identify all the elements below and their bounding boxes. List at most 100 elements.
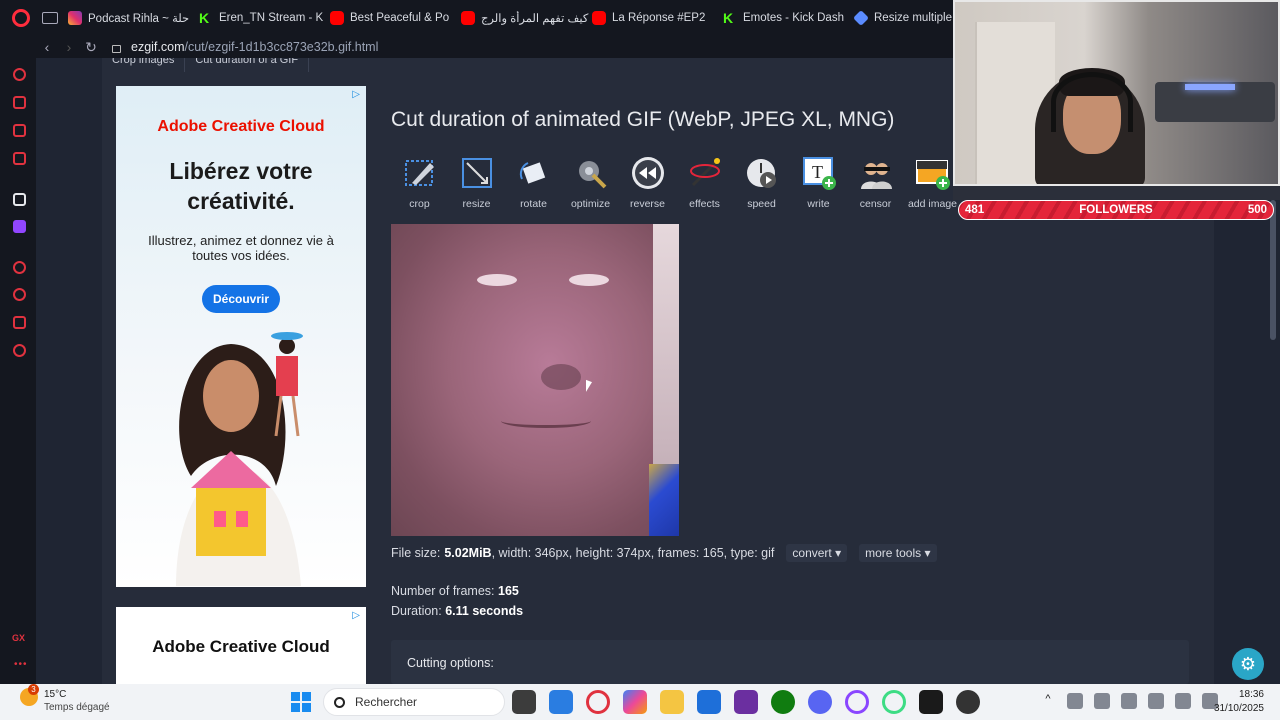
discord-icon[interactable] bbox=[808, 690, 832, 714]
settings-icon[interactable] bbox=[13, 344, 26, 357]
bookmark-item[interactable]: Podcast Rihla ~ حلة bbox=[66, 11, 197, 25]
player-icon[interactable] bbox=[13, 261, 26, 274]
tool-crop[interactable]: crop bbox=[391, 152, 448, 214]
url-domain: ezgif.com bbox=[131, 40, 185, 54]
store-icon[interactable] bbox=[13, 96, 26, 109]
reverse-icon bbox=[631, 157, 664, 189]
kick-icon: K bbox=[199, 11, 210, 25]
effects-icon bbox=[689, 157, 720, 187]
purple-app-icon[interactable] bbox=[734, 690, 758, 714]
tool-reverse[interactable]: reverse bbox=[619, 152, 676, 214]
tool-speed[interactable]: speed bbox=[733, 152, 790, 214]
ad-subtext: Illustrez, animez et donnez vie à toutes… bbox=[148, 233, 334, 263]
tab-cut[interactable]: Cut duration of a GIF bbox=[185, 58, 310, 72]
url-field[interactable]: ezgif.com/cut/ezgif-1d1b3cc873e32b.gif.h… bbox=[131, 40, 378, 54]
twitch-icon[interactable] bbox=[13, 220, 26, 233]
diamond-icon bbox=[853, 11, 869, 25]
rotate-icon bbox=[519, 162, 545, 184]
adobe-logo: Adobe Creative Cloud bbox=[152, 637, 330, 656]
headset-icon bbox=[1051, 72, 1133, 132]
xbox-icon[interactable] bbox=[771, 690, 795, 714]
tool-resize[interactable]: resize bbox=[448, 152, 505, 214]
ad-cta-button[interactable]: Découvrir bbox=[202, 285, 280, 313]
onedrive-icon[interactable] bbox=[1067, 693, 1083, 709]
censor-icon bbox=[860, 163, 892, 189]
tab-overview-icon[interactable] bbox=[42, 12, 58, 24]
opera-air-icon[interactable] bbox=[882, 690, 906, 714]
opera-icon[interactable] bbox=[586, 690, 610, 714]
resize-icon bbox=[461, 158, 492, 188]
extensions-icon[interactable] bbox=[13, 316, 26, 329]
bookmark-item[interactable]: K Emotes - Kick Dash bbox=[721, 11, 852, 25]
followers-label: FOLLOWERS bbox=[1079, 204, 1153, 216]
tool-effects[interactable]: effects bbox=[676, 152, 733, 214]
gif-eye bbox=[569, 274, 609, 286]
followers-current: 481 bbox=[965, 204, 985, 216]
file-explorer-icon[interactable] bbox=[660, 690, 684, 714]
tab-crop[interactable]: Crop images bbox=[102, 58, 186, 72]
weather-widget[interactable]: 3 15°C Temps dégagé bbox=[20, 684, 110, 714]
tool-write[interactable]: T write bbox=[790, 152, 847, 214]
speed-icon bbox=[746, 159, 776, 188]
sun-icon: 3 bbox=[20, 684, 39, 706]
photos-icon[interactable] bbox=[549, 690, 573, 714]
webcam-light bbox=[1185, 84, 1235, 90]
music-icon[interactable] bbox=[13, 124, 26, 137]
wifi-icon[interactable] bbox=[1148, 693, 1164, 709]
volume-icon[interactable] bbox=[1175, 693, 1191, 709]
gif-nose bbox=[541, 364, 581, 390]
nvidia-icon[interactable] bbox=[919, 690, 943, 714]
notification-badge: 3 bbox=[28, 684, 39, 695]
forward-icon[interactable]: › bbox=[58, 39, 80, 55]
gif-mouth bbox=[501, 414, 591, 428]
windows-start-icon[interactable] bbox=[291, 692, 311, 712]
tool-censor[interactable]: censor bbox=[847, 152, 904, 214]
scrollbar[interactable] bbox=[1270, 200, 1276, 340]
sync-icon[interactable] bbox=[1094, 693, 1110, 709]
search-icon bbox=[334, 696, 345, 708]
bookmark-item[interactable]: K Eren_TN Stream - K bbox=[197, 11, 328, 25]
gif-preview[interactable] bbox=[391, 224, 679, 536]
bookmark-item[interactable]: La Réponse #EP2 bbox=[590, 11, 721, 25]
opera-logo-icon[interactable] bbox=[12, 9, 30, 27]
advertisement[interactable]: ▷ Adobe Creative Cloud Libérez votre cré… bbox=[116, 86, 366, 587]
chevron-up-icon[interactable]: ^ bbox=[1040, 693, 1056, 709]
back-icon[interactable]: ‹ bbox=[36, 39, 58, 55]
webcam-overlay bbox=[953, 0, 1280, 186]
windows-taskbar: 3 15°C Temps dégagé Rechercher ^ 18:36 31… bbox=[0, 684, 1280, 720]
more-icon[interactable]: ••• bbox=[14, 659, 28, 670]
ad-choices-icon[interactable]: ▷ bbox=[352, 89, 360, 100]
opera-gx-icon[interactable] bbox=[845, 690, 869, 714]
frames-count: Number of frames: 165 bbox=[391, 584, 519, 598]
reload-icon[interactable]: ↻ bbox=[80, 39, 102, 56]
optimize-icon bbox=[578, 161, 606, 189]
advertisement[interactable]: ▷ Adobe Creative Cloud bbox=[116, 607, 366, 684]
settings-gear-icon[interactable]: ⚙ bbox=[1232, 648, 1264, 680]
copilot-icon[interactable] bbox=[623, 690, 647, 714]
history-icon[interactable] bbox=[13, 288, 26, 301]
bookmark-item[interactable]: Best Peaceful & Po bbox=[328, 11, 459, 25]
microphone-icon[interactable] bbox=[1121, 693, 1137, 709]
tool-optimize[interactable]: optimize bbox=[562, 152, 619, 214]
cutting-options-label: Cutting options: bbox=[407, 656, 494, 670]
tool-bar: crop resize rotate optimize reverse effe… bbox=[391, 152, 961, 214]
clock[interactable]: 18:36 31/10/2025 bbox=[1208, 688, 1264, 716]
bookmark-item[interactable]: كيف تفهم المرأة والرج bbox=[459, 11, 590, 25]
youtube-icon bbox=[461, 11, 475, 25]
refresh-icon[interactable] bbox=[13, 68, 26, 81]
url-path: /cut/ezgif-1d1b3cc873e32b.gif.html bbox=[184, 40, 379, 54]
more-tools-dropdown[interactable]: more tools ▾ bbox=[859, 544, 937, 562]
tool-rotate[interactable]: rotate bbox=[505, 152, 562, 214]
ad-illustration bbox=[176, 332, 303, 586]
crop-icon bbox=[404, 160, 434, 186]
youtube-icon bbox=[330, 11, 344, 25]
obs-icon[interactable] bbox=[956, 690, 980, 714]
m-icon[interactable] bbox=[13, 152, 26, 165]
gx-icon[interactable]: GX bbox=[12, 633, 25, 643]
ad-choices-icon[interactable]: ▷ bbox=[352, 610, 360, 621]
task-view-icon[interactable] bbox=[512, 690, 536, 714]
aria-icon[interactable] bbox=[13, 193, 26, 206]
store-icon[interactable] bbox=[697, 690, 721, 714]
taskbar-search[interactable]: Rechercher bbox=[323, 688, 505, 716]
convert-dropdown[interactable]: convert ▾ bbox=[786, 544, 848, 562]
